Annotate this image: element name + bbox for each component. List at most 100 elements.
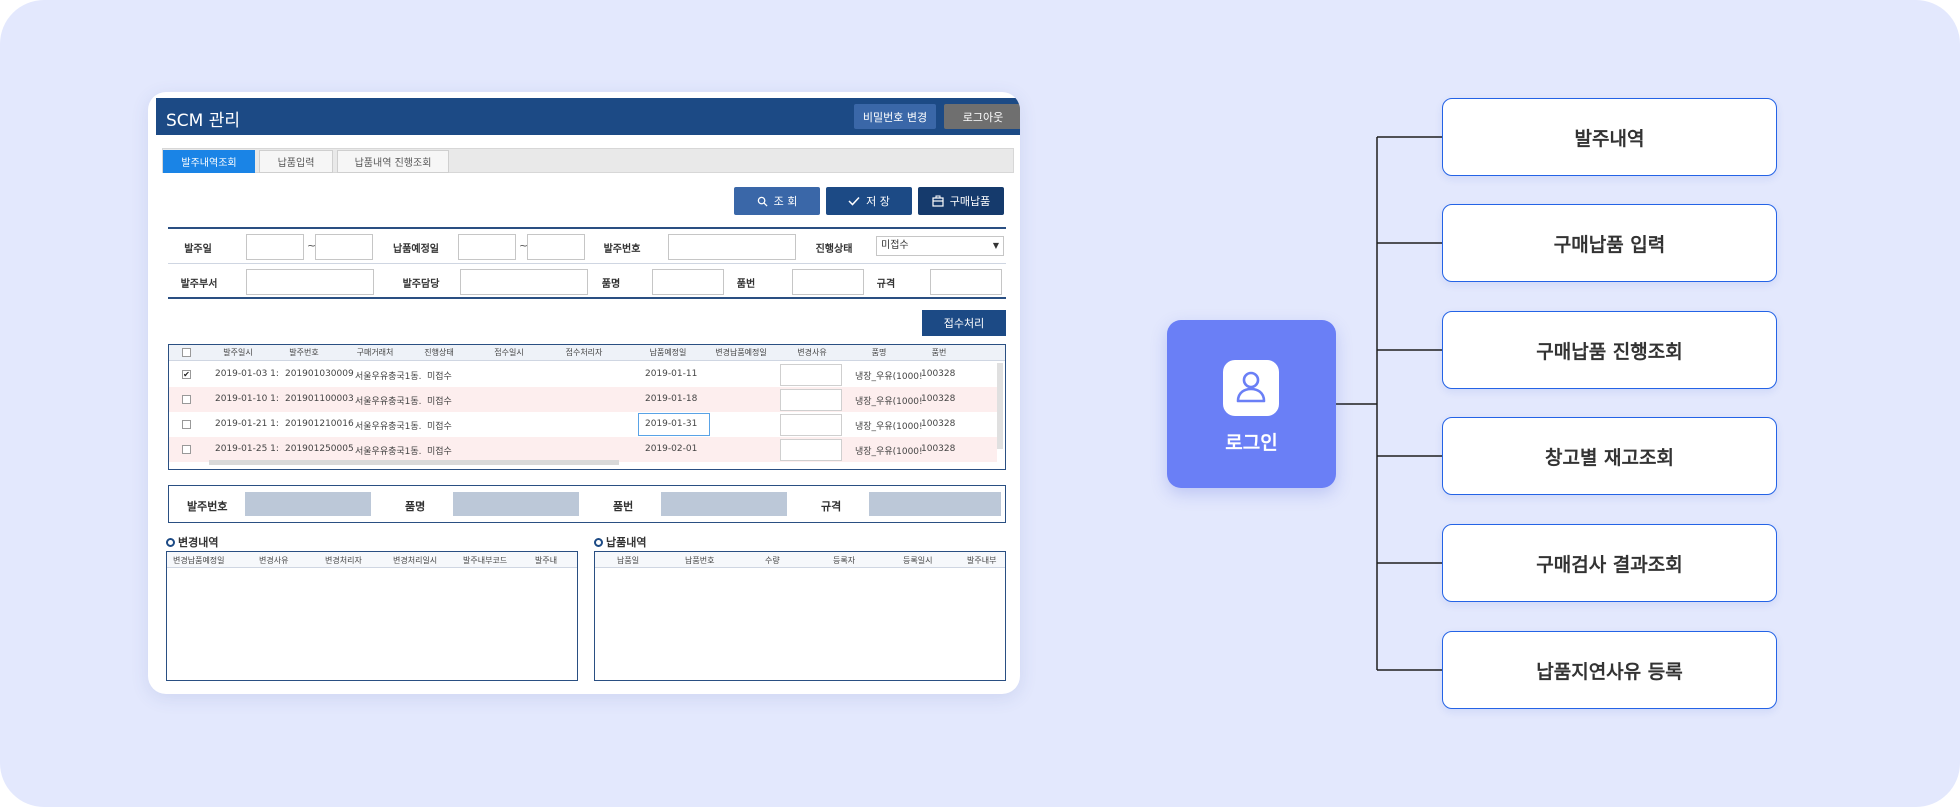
delivery-history-header: 납품일 납품번호 수량 등록자 등록일시 발주내부 (595, 552, 1005, 568)
detail-spec-value (869, 492, 1001, 516)
order-date-label: 발주일 (184, 244, 212, 255)
due-date-cell: 2019-01-31 (645, 419, 698, 429)
grid-column-header: 수량 (765, 556, 780, 565)
order-grid: 발주일시 발주번호 구매거래처 진행상태 접수일시 접수처리자 납품예정일 변경… (168, 344, 1006, 470)
grid-column-header: 변경처리자 (325, 556, 362, 565)
tab-delivery-progress[interactable]: 납품내역 진행조회 (337, 150, 449, 173)
detail-order-no-label: 발주번호 (187, 500, 228, 513)
vendor-cell: 서울우유충국1동. (355, 397, 422, 407)
grid-column-header: 납품예정일 (649, 348, 687, 357)
table-row[interactable]: 2019-01-25 1: 201901250005 서울우유충국1동. 미접수… (169, 437, 997, 462)
delivery-due-to-input[interactable] (527, 234, 585, 260)
tab-delivery-input[interactable]: 납품입력 (259, 150, 333, 173)
grid-column-header: 변경사유 (259, 556, 289, 565)
order-dept-input[interactable] (246, 269, 374, 295)
row-checkbox[interactable] (182, 395, 191, 404)
order-no-cell: 201901030009 (285, 369, 354, 379)
horizontal-scrollbar[interactable] (209, 460, 619, 465)
grid-column-header: 발주일시 (223, 348, 253, 357)
search-button-label: 조 회 (773, 195, 798, 208)
status-select[interactable]: 미접수 ▼ (876, 236, 1004, 256)
menu-purchase-delivery-progress[interactable]: 구매납품 진행조회 (1442, 311, 1777, 389)
due-date-cell: 2019-02-01 (645, 444, 698, 454)
change-password-button[interactable]: 비밀번호 변경 (854, 104, 936, 129)
change-reason-input[interactable] (780, 364, 842, 386)
change-history-grid: 변경납품예정일 변경사유 변경처리자 변경처리일시 발주내부코드 발주내 (166, 551, 578, 681)
row-checkbox[interactable] (182, 420, 191, 429)
table-row[interactable]: ✔ 2019-01-03 1: 201901030009 서울우유충국1동. 미… (169, 362, 997, 387)
table-row[interactable]: 2019-01-10 1: 201901100003 서울우유충국1동. 미접수… (169, 387, 997, 412)
menu-warehouse-inventory[interactable]: 창고별 재고조회 (1442, 417, 1777, 495)
table-row[interactable]: 2019-01-21 1: 201901210016 서울우유충국1동. 미접수… (169, 412, 997, 437)
order-date-to-input[interactable] (315, 234, 373, 260)
status-cell: 미접수 (427, 447, 452, 457)
form-row-1: 발주일 ~ 납품예정일 ~ 발주번호 진행상태 미접수 ▼ (168, 229, 1006, 264)
spec-label: 규격 (876, 279, 896, 290)
detail-item-no-label: 품번 (613, 500, 634, 513)
user-icon (1223, 360, 1279, 416)
login-node[interactable]: 로그인 (1167, 320, 1336, 488)
item-name-input[interactable] (652, 269, 724, 295)
select-all-checkbox[interactable] (182, 348, 191, 357)
change-history-header: 변경납품예정일 변경사유 변경처리자 변경처리일시 발주내부코드 발주내 (167, 552, 577, 568)
item-name-label: 품명 (601, 279, 621, 290)
accept-button[interactable]: 접수처리 (922, 310, 1006, 336)
menu-inspection-results[interactable]: 구매검사 결과조회 (1442, 524, 1777, 602)
grid-column-header: 변경처리일시 (393, 556, 438, 565)
grid-column-header: 변경납품예정일 (173, 556, 225, 565)
menu-purchase-delivery-input[interactable]: 구매납품 입력 (1442, 204, 1777, 282)
item-no-input[interactable] (792, 269, 864, 295)
save-button[interactable]: 저 장 (826, 187, 912, 215)
tab-order-history[interactable]: 발주내역조회 (163, 150, 255, 173)
order-datetime-cell: 2019-01-03 1: (215, 369, 279, 379)
item-code-cell: 100328 (921, 444, 956, 454)
detail-item-name-value (453, 492, 579, 516)
order-dept-label: 발주부서 (180, 279, 218, 290)
order-date-from-input[interactable] (246, 234, 304, 260)
grid-column-header: 접수일시 (494, 348, 524, 357)
status-label: 진행상태 (815, 244, 853, 255)
save-button-label: 저 장 (866, 195, 890, 208)
grid-column-header: 품명 (871, 348, 887, 357)
order-manager-label: 발주담당 (402, 279, 440, 290)
grid-column-header: 납품번호 (685, 556, 715, 565)
status-cell: 미접수 (427, 397, 452, 407)
app-header: SCM 관리 비밀번호 변경 로그아웃 (156, 98, 1020, 135)
delivery-due-from-input[interactable] (458, 234, 516, 260)
grid-column-header: 발주번호 (289, 348, 319, 357)
row-checkbox[interactable] (182, 445, 191, 454)
logout-button[interactable]: 로그아웃 (944, 104, 1020, 129)
change-reason-input[interactable] (780, 389, 842, 411)
purchase-delivery-button[interactable]: 구매납품 (918, 187, 1004, 215)
order-no-label: 발주번호 (603, 244, 641, 255)
item-name-cell: 냉장_우유(1000! (855, 372, 923, 382)
dropdown-arrow-icon: ▼ (992, 241, 999, 250)
item-code-cell: 100328 (921, 369, 956, 379)
menu-order-history[interactable]: 발주내역 (1442, 98, 1777, 176)
status-select-value: 미접수 (881, 240, 909, 251)
scm-window: SCM 관리 비밀번호 변경 로그아웃 발주내역조회 납품입력 납품내역 진행조… (148, 92, 1020, 694)
menu-delay-reason-register[interactable]: 납품지연사유 등록 (1442, 631, 1777, 709)
detail-item-name-label: 품명 (405, 500, 426, 513)
change-history-title: 변경내역 (166, 534, 218, 550)
item-code-cell: 100328 (921, 394, 956, 404)
order-no-input[interactable] (668, 234, 796, 260)
vendor-cell: 서울우유충국1동. (355, 372, 422, 382)
delivery-history-grid: 납품일 납품번호 수량 등록자 등록일시 발주내부 (594, 551, 1006, 681)
grid-column-header: 납품일 (617, 556, 640, 565)
order-no-cell: 201901210016 (285, 419, 354, 429)
grid-column-header: 구매거래처 (356, 348, 394, 357)
grid-column-header: 품번 (931, 348, 947, 357)
spec-input[interactable] (930, 269, 1002, 295)
row-checkbox[interactable]: ✔ (182, 370, 191, 379)
change-history-label: 변경내역 (178, 536, 219, 549)
search-button[interactable]: 조 회 (734, 187, 820, 215)
change-reason-input[interactable] (780, 414, 842, 436)
order-no-cell: 201901250005 (285, 444, 354, 454)
grid-column-header: 발주내부 (967, 556, 997, 565)
tab-bar: 발주내역조회 납품입력 납품내역 진행조회 (162, 148, 1014, 173)
vertical-scrollbar[interactable] (997, 363, 1003, 449)
order-manager-input[interactable] (460, 269, 588, 295)
grid-column-header: 변경납품예정일 (715, 348, 767, 357)
change-reason-input[interactable] (780, 439, 842, 461)
